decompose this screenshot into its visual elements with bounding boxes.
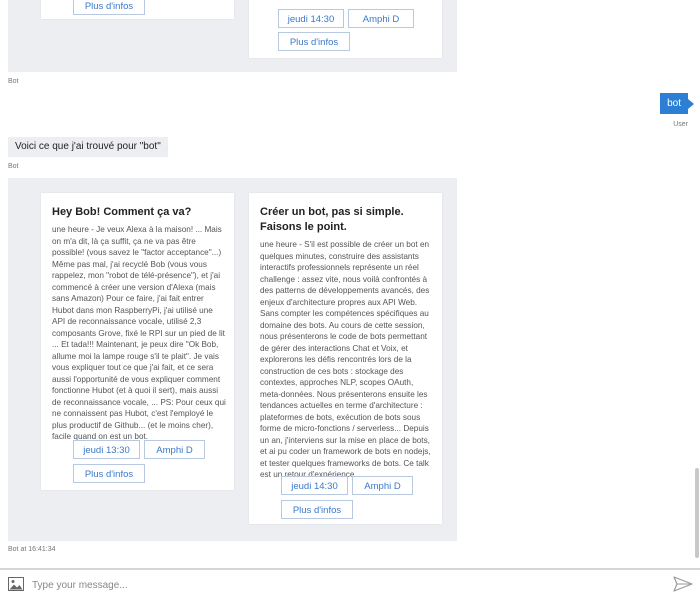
card-1: Hey Bob! Comment ça va? une heure - Je v… [41, 193, 234, 490]
chat-window: Plus d'infos jeudi 14:30 Amphi D Plus d'… [0, 0, 700, 600]
message-composer [0, 568, 700, 600]
user-message-bubble: bot [660, 93, 688, 114]
more-info-button[interactable]: Plus d'infos [73, 0, 145, 15]
message-timestamp: Bot at 16:41:34 [8, 546, 56, 553]
card-2: Créer un bot, pas si simple. Faisons le … [249, 193, 442, 524]
time-button[interactable]: jeudi 14:30 [281, 476, 348, 495]
card-title: Hey Bob! Comment ça va? [52, 206, 192, 218]
card-description: une heure - Je veux Alexa à la maison! .… [52, 225, 226, 441]
time-button[interactable]: jeudi 13:30 [73, 440, 140, 459]
card-description: une heure - S'il est possible de créer u… [260, 240, 431, 479]
card-previous-1: Plus d'infos [41, 0, 234, 19]
card-title: Créer un bot, pas si simple. Faisons le … [260, 206, 404, 233]
room-button[interactable]: Amphi D [348, 9, 414, 28]
carousel-previous: Plus d'infos jeudi 14:30 Amphi D Plus d'… [8, 0, 457, 72]
image-icon[interactable] [8, 577, 24, 596]
sender-label: Bot [8, 78, 19, 85]
sender-label: Bot [8, 163, 19, 170]
carousel: Hey Bob! Comment ça va? une heure - Je v… [8, 178, 457, 541]
message-history[interactable]: Plus d'infos jeudi 14:30 Amphi D Plus d'… [0, 0, 700, 568]
time-button[interactable]: jeudi 14:30 [278, 9, 344, 28]
sender-label: User [673, 121, 688, 128]
bubble-tail-icon [688, 99, 694, 109]
more-info-button[interactable]: Plus d'infos [281, 500, 353, 519]
send-icon[interactable] [673, 576, 693, 597]
room-button[interactable]: Amphi D [352, 476, 413, 495]
scrollbar[interactable] [695, 468, 699, 558]
bot-message-bubble: Voici ce que j'ai trouvé pour "bot" [8, 137, 168, 157]
message-input[interactable] [32, 576, 652, 594]
more-info-button[interactable]: Plus d'infos [278, 32, 350, 51]
more-info-button[interactable]: Plus d'infos [73, 464, 145, 483]
card-previous-2: jeudi 14:30 Amphi D Plus d'infos [249, 0, 442, 58]
room-button[interactable]: Amphi D [144, 440, 205, 459]
